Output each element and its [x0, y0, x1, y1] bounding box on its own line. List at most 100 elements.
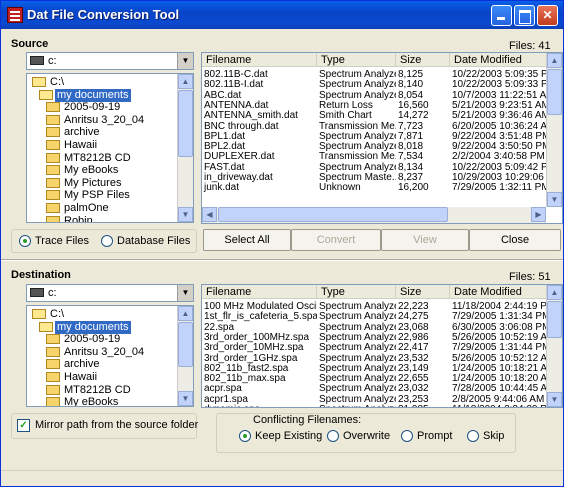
select-all-button[interactable]: Select All — [203, 229, 291, 251]
maximize-button[interactable] — [514, 5, 535, 26]
tree-item-label: 2005-09-19 — [64, 333, 121, 346]
view-button[interactable]: View — [381, 229, 469, 251]
radio-dot — [401, 430, 413, 442]
chevron-down-icon[interactable]: ▼ — [177, 53, 193, 69]
radio-dot — [101, 235, 113, 247]
tree-item-label: my documents — [55, 320, 131, 334]
folder-icon — [46, 203, 60, 213]
source-drive-value: c: — [48, 55, 57, 67]
table-cell: Spectrum Analyzer — [317, 404, 396, 407]
scroll-down-icon[interactable]: ▼ — [178, 207, 193, 222]
scroll-up-icon[interactable]: ▲ — [178, 74, 193, 89]
tree-item-label: my documents — [55, 88, 131, 102]
scroll-left-icon[interactable]: ◀ — [202, 207, 217, 222]
folder-icon — [46, 334, 60, 345]
list-header: Filename Type Size Date Modified — [202, 53, 552, 67]
tree-item-label: C:\ — [50, 76, 65, 88]
minimize-icon — [492, 6, 511, 25]
folder-icon — [46, 165, 60, 176]
column-header[interactable]: Size — [396, 53, 450, 67]
tree-item-label: 2005-09-19 — [64, 101, 121, 114]
drive-icon — [30, 288, 44, 297]
folder-icon — [39, 321, 53, 332]
scroll-thumb[interactable] — [178, 90, 193, 157]
table-cell: 16,200 — [398, 182, 429, 194]
conflict-title: Conflicting Filenames: — [253, 414, 362, 426]
scroll-right-icon[interactable]: ▶ — [531, 207, 546, 222]
column-header[interactable]: Date Modified — [450, 285, 552, 299]
list-header: Filename Type Size Date Modified — [202, 285, 552, 299]
chevron-down-icon[interactable]: ▼ — [177, 285, 193, 301]
folder-icon — [46, 114, 60, 125]
radio-dot — [467, 430, 479, 442]
radio-dot — [239, 430, 251, 442]
source-folder-tree[interactable]: C:\ my documents 2005-09-19 Anritsu 3_20_04… — [26, 73, 194, 223]
destination-files-count: Files: 51 — [509, 271, 551, 283]
window-title: Dat File Conversion Tool — [27, 7, 180, 22]
column-header[interactable]: Filename — [202, 285, 317, 299]
vertical-scrollbar[interactable]: ▲ ▼ — [177, 306, 193, 406]
folder-icon — [46, 346, 60, 357]
folder-icon — [32, 309, 46, 319]
table-row[interactable]: junk.dat Unknown 16,200 7/29/2005 1:32:11 P… — [202, 182, 550, 194]
table-cell: 21,985 — [396, 404, 450, 407]
folder-icon — [46, 215, 60, 222]
section-divider — [1, 259, 563, 261]
scroll-down-icon[interactable]: ▼ — [547, 392, 562, 407]
folder-icon — [46, 359, 60, 370]
column-header[interactable]: Filename — [202, 53, 317, 67]
scroll-thumb[interactable] — [178, 322, 193, 367]
destination-file-list[interactable]: Filename Type Size Date Modified 100 MHz Mod… — [201, 284, 563, 408]
title-bar[interactable]: Dat File Conversion Tool ✕ — [1, 1, 563, 29]
maximize-icon — [515, 6, 534, 25]
folder-icon — [46, 397, 60, 406]
source-drive-select[interactable]: c: ▼ — [26, 52, 194, 70]
folder-icon — [32, 77, 46, 87]
tree-item-label: C:\ — [50, 308, 65, 320]
vertical-scrollbar[interactable]: ▲ ▼ — [546, 285, 562, 407]
checkmark-icon: ✓ — [17, 419, 30, 432]
scroll-up-icon[interactable]: ▲ — [547, 285, 562, 300]
tree-item-label: My Pictures — [64, 176, 122, 189]
drive-icon — [30, 56, 44, 65]
close-button[interactable]: Close — [469, 229, 561, 251]
scroll-down-icon[interactable]: ▼ — [547, 192, 562, 207]
minimize-button[interactable] — [491, 5, 512, 26]
app-icon — [7, 7, 23, 23]
tree-item-label: archive — [64, 358, 100, 371]
scroll-thumb[interactable] — [218, 207, 448, 222]
folder-icon — [46, 384, 60, 395]
table-row[interactable]: dynamic.spaSpectrum Analyzer21,98511/18/… — [202, 404, 552, 407]
scroll-down-icon[interactable]: ▼ — [178, 391, 193, 406]
tree-item-label: palmOne — [64, 202, 109, 214]
tree-item-label: Anritsu 3_20_04 — [64, 113, 145, 126]
tree-item-label: My eBooks — [64, 396, 119, 407]
close-icon: ✕ — [542, 8, 553, 22]
table-cell: 7/29/2005 1:32:11 PM — [452, 182, 550, 194]
folder-icon — [46, 177, 60, 188]
destination-drive-select[interactable]: c: ▼ — [26, 284, 194, 302]
scroll-up-icon[interactable]: ▲ — [178, 306, 193, 321]
source-label: Source — [11, 38, 49, 50]
scroll-up-icon[interactable]: ▲ — [547, 53, 562, 68]
tree-item-label: Hawaii — [64, 139, 98, 151]
status-bar — [1, 470, 563, 486]
horizontal-scrollbar[interactable]: ◀ ▶ — [202, 207, 546, 223]
folder-icon — [46, 190, 60, 201]
column-header[interactable]: Date Modified — [450, 53, 552, 67]
column-header[interactable]: Type — [317, 285, 396, 299]
source-file-list[interactable]: Filename Type Size Date Modified 802.11B-C.d… — [201, 52, 563, 224]
table-cell: junk.dat — [204, 182, 240, 194]
column-header[interactable]: Type — [317, 53, 396, 67]
close-window-button[interactable]: ✕ — [537, 5, 558, 26]
vertical-scrollbar[interactable]: ▲ ▼ — [546, 53, 562, 207]
destination-label: Destination — [11, 269, 71, 281]
destination-folder-tree[interactable]: C:\ my documents 2005-09-19 Anritsu 3_20_04… — [26, 305, 194, 407]
scroll-thumb[interactable] — [547, 69, 562, 116]
vertical-scrollbar[interactable]: ▲ ▼ — [177, 74, 193, 222]
scroll-thumb[interactable] — [547, 301, 562, 338]
table-cell: 11/18/2004 2:34:20 PM — [450, 404, 552, 407]
folder-icon — [46, 152, 60, 163]
column-header[interactable]: Size — [396, 285, 450, 299]
convert-button[interactable]: Convert — [291, 229, 381, 251]
